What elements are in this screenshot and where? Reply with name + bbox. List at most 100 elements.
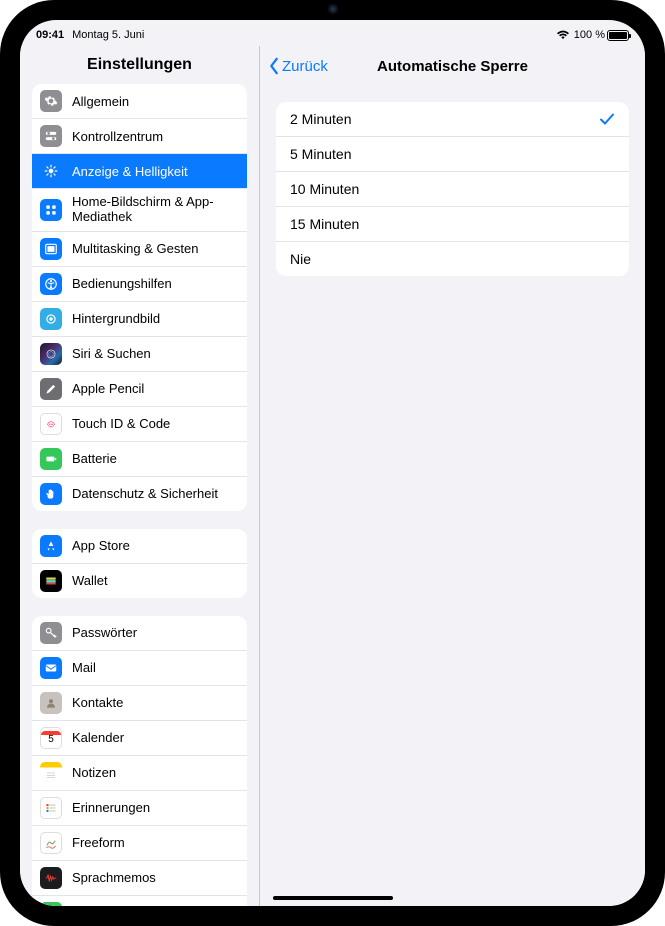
sidebar-item-label: Bedienungshilfen [72, 276, 237, 291]
front-camera [326, 2, 340, 16]
sidebar-item-label: Nachrichten [72, 905, 237, 906]
sidebar-item-label: Mail [72, 660, 237, 675]
sidebar-item-reminders[interactable]: Erinnerungen [32, 790, 247, 825]
sidebar-item-label: Allgemein [72, 94, 237, 109]
voice-memos-icon [40, 867, 62, 889]
battery-percentage: 100 % [574, 29, 605, 41]
option-label: Nie [290, 251, 311, 267]
sidebar-item-siri[interactable]: Siri & Suchen [32, 336, 247, 371]
messages-icon [40, 902, 62, 906]
hand-privacy-icon [40, 483, 62, 505]
sidebar-item-label: Freeform [72, 835, 237, 850]
sidebar-item-label: Notizen [72, 765, 237, 780]
option-label: 2 Minuten [290, 111, 351, 127]
sidebar-title: Einstellungen [20, 46, 259, 84]
sidebar-item-mail[interactable]: Mail [32, 650, 247, 685]
detail-header: Zurück Automatische Sperre [260, 46, 645, 86]
option-5-min[interactable]: 5 Minuten [276, 136, 629, 171]
sidebar-item-multitasking[interactable]: Multitasking & Gesten [32, 231, 247, 266]
sidebar-item-label: Siri & Suchen [72, 346, 237, 361]
sidebar-item-label: Touch ID & Code [72, 416, 237, 431]
sidebar-item-label: App Store [72, 538, 237, 553]
option-15-min[interactable]: 15 Minuten [276, 206, 629, 241]
notes-icon [40, 762, 62, 784]
sidebar-item-label: Kontakte [72, 695, 237, 710]
multitasking-icon [40, 238, 62, 260]
status-bar: 09:41 Montag 5. Juni 100 % [20, 20, 645, 46]
brightness-icon [40, 160, 62, 182]
sidebar-item-apple-pencil[interactable]: Apple Pencil [32, 371, 247, 406]
sidebar-item-wallpaper[interactable]: Hintergrundbild [32, 301, 247, 336]
sidebar-item-label: Passwörter [72, 625, 237, 640]
sidebar-item-label: Anzeige & Helligkeit [72, 164, 237, 179]
freeform-icon [40, 832, 62, 854]
calendar-icon: 5 [40, 727, 62, 749]
option-label: 5 Minuten [290, 146, 351, 162]
envelope-icon [40, 657, 62, 679]
sidebar-item-touch-id[interactable]: Touch ID & Code [32, 406, 247, 441]
sidebar-scroll[interactable]: Allgemein Kontrollzentrum [20, 84, 259, 906]
status-time: 09:41 [36, 29, 64, 41]
battery-icon [607, 30, 629, 41]
detail-title: Automatische Sperre [377, 58, 528, 75]
sidebar-item-label: Datenschutz & Sicherheit [72, 486, 237, 501]
sidebar-group-apps: Passwörter Mail Kontakte [32, 616, 247, 906]
back-button[interactable]: Zurück [268, 46, 328, 86]
option-10-min[interactable]: 10 Minuten [276, 171, 629, 206]
key-icon [40, 622, 62, 644]
sidebar-group-store: App Store Wallet [32, 529, 247, 598]
sidebar-item-calendar[interactable]: 5 Kalender [32, 720, 247, 755]
screen: 09:41 Montag 5. Juni 100 % Einstellungen [20, 20, 645, 906]
fingerprint-icon [40, 413, 62, 435]
sidebar-item-general[interactable]: Allgemein [32, 84, 247, 118]
sidebar-item-notes[interactable]: Notizen [32, 755, 247, 790]
pencil-icon [40, 378, 62, 400]
sidebar-item-messages[interactable]: Nachrichten [32, 895, 247, 906]
sidebar-item-label: Hintergrundbild [72, 311, 237, 326]
apps-grid-icon [40, 199, 62, 221]
sidebar-item-battery[interactable]: Batterie [32, 441, 247, 476]
option-2-min[interactable]: 2 Minuten [276, 102, 629, 136]
back-label: Zurück [282, 58, 328, 75]
sidebar-item-app-store[interactable]: App Store [32, 529, 247, 563]
option-never[interactable]: Nie [276, 241, 629, 276]
settings-sidebar: Einstellungen Allgemein [20, 46, 260, 906]
wallpaper-icon [40, 308, 62, 330]
gear-icon [40, 90, 62, 112]
sidebar-group-general: Allgemein Kontrollzentrum [32, 84, 247, 511]
accessibility-icon [40, 273, 62, 295]
detail-pane: Zurück Automatische Sperre 2 Minuten 5 M… [260, 46, 645, 906]
sidebar-item-home-screen[interactable]: Home-Bildschirm & App-Mediathek [32, 188, 247, 231]
sidebar-item-label: Erinnerungen [72, 800, 237, 815]
sidebar-item-label: Kontrollzentrum [72, 129, 237, 144]
sidebar-item-label: Wallet [72, 573, 237, 588]
contacts-icon [40, 692, 62, 714]
sidebar-item-control-center[interactable]: Kontrollzentrum [32, 118, 247, 153]
sidebar-item-label: Kalender [72, 730, 237, 745]
sidebar-item-wallet[interactable]: Wallet [32, 563, 247, 598]
option-label: 10 Minuten [290, 181, 359, 197]
sidebar-item-label: Batterie [72, 451, 237, 466]
sidebar-item-label: Apple Pencil [72, 381, 237, 396]
home-indicator[interactable] [273, 896, 393, 900]
sidebar-item-contacts[interactable]: Kontakte [32, 685, 247, 720]
option-label: 15 Minuten [290, 216, 359, 232]
sidebar-item-passwords[interactable]: Passwörter [32, 616, 247, 650]
auto-lock-options: 2 Minuten 5 Minuten 10 Minuten 15 Minute… [276, 102, 629, 276]
sidebar-item-freeform[interactable]: Freeform [32, 825, 247, 860]
sliders-icon [40, 125, 62, 147]
chevron-left-icon [268, 57, 280, 75]
reminders-icon [40, 797, 62, 819]
app-store-icon [40, 535, 62, 557]
checkmark-icon [599, 111, 615, 127]
sidebar-item-privacy[interactable]: Datenschutz & Sicherheit [32, 476, 247, 511]
sidebar-item-voice-memos[interactable]: Sprachmemos [32, 860, 247, 895]
sidebar-item-display-brightness[interactable]: Anzeige & Helligkeit [32, 153, 247, 188]
sidebar-item-label: Multitasking & Gesten [72, 241, 237, 256]
sidebar-item-label: Sprachmemos [72, 870, 237, 885]
battery-icon [40, 448, 62, 470]
sidebar-item-accessibility[interactable]: Bedienungshilfen [32, 266, 247, 301]
wallet-icon [40, 570, 62, 592]
siri-icon [40, 343, 62, 365]
sidebar-item-label: Home-Bildschirm & App-Mediathek [72, 195, 237, 225]
